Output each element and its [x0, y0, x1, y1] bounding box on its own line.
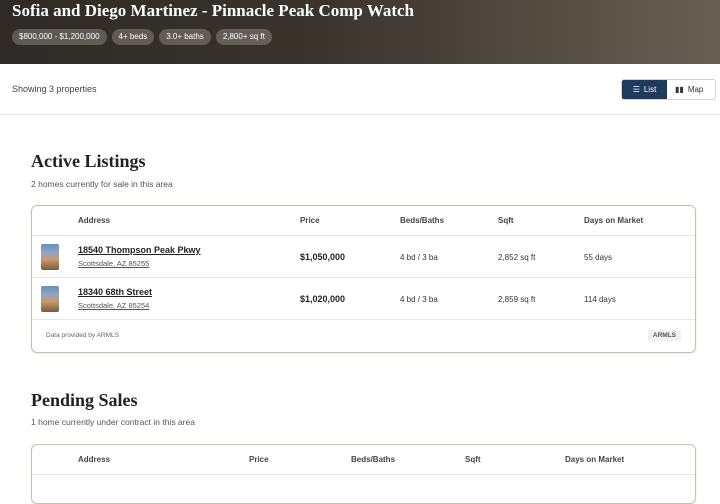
column-days-on-market: Days on Market — [584, 216, 644, 225]
filter-chips: $800,000 - $1,200,000 4+ beds 3.0+ baths… — [12, 29, 272, 45]
table-header: Address Price Beds/Baths Sqft Days on Ma… — [32, 206, 695, 236]
active-listings-heading: Active Listings — [31, 151, 146, 171]
data-provider-note: Data provided by ARMLS — [46, 332, 119, 339]
page-header: Sofia and Diego Martinez - Pinnacle Peak… — [0, 0, 720, 64]
filter-chip-sqft[interactable]: 2,800+ sq ft — [215, 29, 272, 45]
property-photo[interactable] — [41, 286, 59, 312]
list-icon: ☰ — [632, 84, 640, 94]
property-price: $1,020,000 — [300, 294, 346, 304]
table-row[interactable]: 18540 Thompson Peak Pkwy Scottsdale, AZ … — [32, 236, 695, 278]
list-view-button[interactable]: ☰ List — [622, 80, 667, 99]
column-sqft: Sqft — [465, 455, 481, 464]
property-price: $1,050,000 — [300, 252, 346, 262]
property-days-on-market: 55 days — [584, 253, 613, 262]
view-toggle: ☰ List ▮▮ Map — [621, 79, 716, 100]
property-beds-baths: 4 bd / 3 ba — [400, 295, 438, 304]
page-title: Sofia and Diego Martinez - Pinnacle Peak… — [12, 1, 414, 20]
table-row[interactable]: 18340 68th Street Scottsdale, AZ 85254 $… — [32, 278, 695, 320]
map-view-button[interactable]: ▮▮ Map — [667, 80, 715, 99]
pending-sales-table: Address Price Beds/Baths Sqft Days on Ma… — [31, 444, 696, 504]
column-price: Price — [249, 455, 269, 464]
filter-chip-beds[interactable]: 4+ beds — [111, 29, 155, 45]
active-listings-subtitle: 2 homes currently for sale in this area — [31, 179, 173, 189]
map-view-label: Map — [687, 85, 704, 94]
map-icon: ▮▮ — [675, 84, 684, 94]
column-beds-baths: Beds/Baths — [400, 216, 445, 225]
property-beds-baths: 4 bd / 3 ba — [400, 253, 438, 262]
property-photo[interactable] — [41, 244, 59, 270]
column-sqft: Sqft — [498, 216, 514, 225]
table-header: Address Price Beds/Baths Sqft Days on Ma… — [32, 445, 695, 475]
table-footer: Data provided by ARMLS ARMLS — [32, 320, 695, 352]
results-toolbar: Showing 3 properties ☰ List ▮▮ Map — [0, 64, 720, 115]
property-address-link[interactable]: 18340 68th Street — [78, 287, 152, 297]
property-address-link[interactable]: 18540 Thompson Peak Pkwy — [78, 245, 201, 255]
column-address: Address — [78, 455, 111, 464]
mls-badge: ARMLS — [647, 330, 681, 341]
filter-chip-price[interactable]: $800,000 - $1,200,000 — [12, 29, 107, 45]
property-sqft: 2,859 sq ft — [498, 295, 536, 304]
property-sqft: 2,852 sq ft — [498, 253, 536, 262]
column-address: Address — [78, 216, 111, 225]
list-view-label: List — [643, 85, 657, 94]
property-days-on-market: 114 days — [584, 295, 616, 304]
property-city-link[interactable]: Scottsdale, AZ 85255 — [78, 259, 149, 268]
results-count: Showing 3 properties — [12, 84, 97, 94]
pending-sales-subtitle: 1 home currently under contract in this … — [31, 417, 195, 427]
filter-chip-baths[interactable]: 3.0+ baths — [159, 29, 211, 45]
column-price: Price — [300, 216, 320, 225]
active-listings-table: Address Price Beds/Baths Sqft Days on Ma… — [31, 205, 696, 353]
column-beds-baths: Beds/Baths — [351, 455, 396, 464]
property-city-link[interactable]: Scottsdale, AZ 85254 — [78, 301, 149, 310]
pending-sales-heading: Pending Sales — [31, 390, 138, 410]
column-days-on-market: Days on Market — [565, 455, 625, 464]
